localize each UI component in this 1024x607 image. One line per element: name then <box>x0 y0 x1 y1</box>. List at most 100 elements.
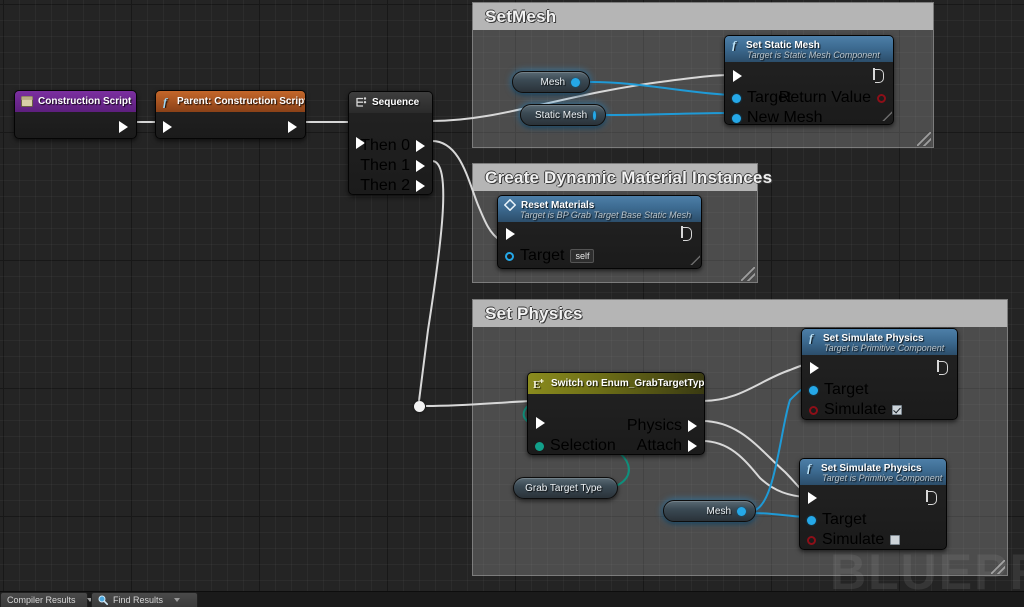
comment-title-bar[interactable]: Create Dynamic Material Instances <box>473 164 772 191</box>
node-title: Sequence <box>372 97 420 108</box>
node-header[interactable]: f Set Simulate Physics Target is Primiti… <box>802 329 957 355</box>
node-set-simulate-physics-1[interactable]: f Set Simulate Physics Target is Primiti… <box>801 328 958 420</box>
simulate-checkbox[interactable] <box>892 405 903 415</box>
tab-label: Compiler Results <box>7 595 76 605</box>
exec-output-pin-attach[interactable] <box>688 440 697 452</box>
output-pin-mesh[interactable] <box>737 506 746 516</box>
input-pin-target[interactable] <box>732 93 741 103</box>
node-resize-grip-icon[interactable] <box>881 110 892 121</box>
node-header[interactable]: Reset Materials Target is BP Grab Target… <box>498 196 701 222</box>
node-header[interactable]: Sequence <box>349 92 432 113</box>
node-header[interactable]: f Set Simulate Physics Target is Primiti… <box>800 459 946 485</box>
variable-node-mesh-1[interactable]: Mesh <box>512 71 590 93</box>
comment-title-bar[interactable]: Set Physics <box>473 300 1007 327</box>
resize-grip-icon[interactable] <box>741 267 755 281</box>
input-pin-simulate[interactable] <box>809 405 818 415</box>
resize-grip-icon[interactable] <box>991 560 1005 574</box>
input-pin-target[interactable] <box>807 515 816 525</box>
output-pin-static-mesh[interactable] <box>593 110 596 120</box>
node-title: Switch on Enum_GrabTargetType <box>551 378 705 389</box>
exec-output-pin[interactable] <box>288 121 297 133</box>
pin-label-physics: Physics <box>626 417 682 434</box>
exec-input-pin[interactable] <box>808 492 817 504</box>
node-subtitle: Target is BP Grab Target Base Static Mes… <box>520 210 692 220</box>
node-construction-script[interactable]: Construction Script <box>14 90 137 139</box>
node-header[interactable]: Construction Script <box>15 91 136 112</box>
svg-text:f: f <box>809 332 814 344</box>
exec-output-pin-then-1[interactable] <box>416 160 425 172</box>
node-body: Target Simulate <box>802 355 957 418</box>
search-icon <box>98 595 108 605</box>
exec-output-pin[interactable] <box>119 121 128 133</box>
output-pin-mesh[interactable] <box>571 77 580 87</box>
comment-title-bar[interactable]: SetMesh <box>473 3 933 30</box>
node-body: Target self <box>498 222 701 265</box>
node-switch-on-enum-grabtargettype[interactable]: E Switch on Enum_GrabTargetType Physics … <box>527 372 705 455</box>
node-body: Target Return Value New Mesh <box>725 62 893 124</box>
output-pin-return-value[interactable] <box>877 93 886 103</box>
pin-label-simulate: Simulate <box>824 401 887 418</box>
node-set-static-mesh[interactable]: f Set Static Mesh Target is Static Mesh … <box>724 35 894 125</box>
comment-title: Set Physics <box>485 303 583 323</box>
node-header[interactable]: E Switch on Enum_GrabTargetType <box>528 373 704 394</box>
target-value[interactable]: self <box>570 249 595 263</box>
exec-input-pin[interactable] <box>733 70 742 82</box>
node-set-simulate-physics-2[interactable]: f Set Simulate Physics Target is Primiti… <box>799 458 947 550</box>
node-title: Set Static Mesh <box>746 39 820 51</box>
input-pin-new-mesh[interactable] <box>732 113 741 123</box>
node-body <box>15 112 136 138</box>
function-f-icon: f <box>808 332 818 344</box>
pin-label-then-0: Then 0 <box>360 137 410 154</box>
reroute-node[interactable] <box>414 401 425 412</box>
svg-text:f: f <box>163 96 168 108</box>
macro-diamond-icon <box>504 199 516 211</box>
exec-output-pin[interactable] <box>873 68 884 83</box>
exec-output-pin[interactable] <box>937 360 948 375</box>
node-parent-construction-script[interactable]: f Parent: Construction Script <box>155 90 306 139</box>
node-subtitle: Target is Static Mesh Component <box>747 50 880 60</box>
tab-label: Find Results <box>113 595 164 605</box>
pin-label-attach: Attach <box>636 437 682 454</box>
svg-text:f: f <box>807 462 812 474</box>
variable-node-static-mesh[interactable]: Static Mesh <box>520 104 606 126</box>
pin-label-new-mesh: New Mesh <box>747 109 823 125</box>
exec-output-pin-physics[interactable] <box>688 420 697 432</box>
node-header[interactable]: f Set Static Mesh Target is Static Mesh … <box>725 36 893 62</box>
tab-compiler-results[interactable]: Compiler Results <box>0 592 93 607</box>
resize-grip-icon[interactable] <box>917 132 931 146</box>
tab-find-results[interactable]: Find Results <box>91 592 198 607</box>
exec-input-pin[interactable] <box>810 362 819 374</box>
node-sequence[interactable]: Sequence Then 0 Then 1 Then 2 <box>348 91 433 195</box>
simulate-checkbox[interactable] <box>890 535 901 545</box>
input-pin-selection[interactable] <box>535 441 544 451</box>
input-pin-simulate[interactable] <box>807 535 816 545</box>
exec-output-pin-then-2[interactable] <box>416 180 425 192</box>
node-reset-materials[interactable]: Reset Materials Target is BP Grab Target… <box>497 195 702 269</box>
bottom-tab-bar: Compiler Results Find Results <box>0 591 1024 607</box>
graph-canvas[interactable]: BLUEPRINT SetMesh Create Dynamic Materia… <box>0 0 1024 600</box>
exec-input-pin[interactable] <box>536 417 545 429</box>
variable-label: Grab Target Type <box>525 482 602 494</box>
variable-node-mesh-2[interactable]: Mesh <box>663 500 756 522</box>
comment-title: Create Dynamic Material Instances <box>485 167 773 187</box>
input-pin-target[interactable] <box>505 251 514 261</box>
blueprint-editor: BLUEPRINT SetMesh Create Dynamic Materia… <box>0 0 1024 607</box>
variable-node-grab-target-type[interactable]: Grab Target Type <box>513 477 618 499</box>
exec-output-pin[interactable] <box>926 490 937 505</box>
pin-label-selection: Selection <box>550 437 616 454</box>
exec-output-pin[interactable] <box>681 226 692 241</box>
node-resize-grip-icon[interactable] <box>689 254 700 265</box>
variable-label: Mesh <box>706 505 731 517</box>
chevron-down-icon[interactable] <box>174 598 181 602</box>
exec-input-pin[interactable] <box>506 228 515 240</box>
pin-label-target: Target <box>824 381 869 398</box>
node-body: Target Simulate <box>800 485 946 548</box>
switch-enum-icon: E <box>533 378 546 390</box>
pin-label-target: Target <box>520 247 565 264</box>
svg-text:f: f <box>732 39 737 51</box>
node-title: Set Simulate Physics <box>821 462 922 474</box>
exec-input-pin[interactable] <box>163 121 172 133</box>
exec-output-pin-then-0[interactable] <box>416 140 425 152</box>
node-header[interactable]: f Parent: Construction Script <box>156 91 305 112</box>
input-pin-target[interactable] <box>809 385 818 395</box>
